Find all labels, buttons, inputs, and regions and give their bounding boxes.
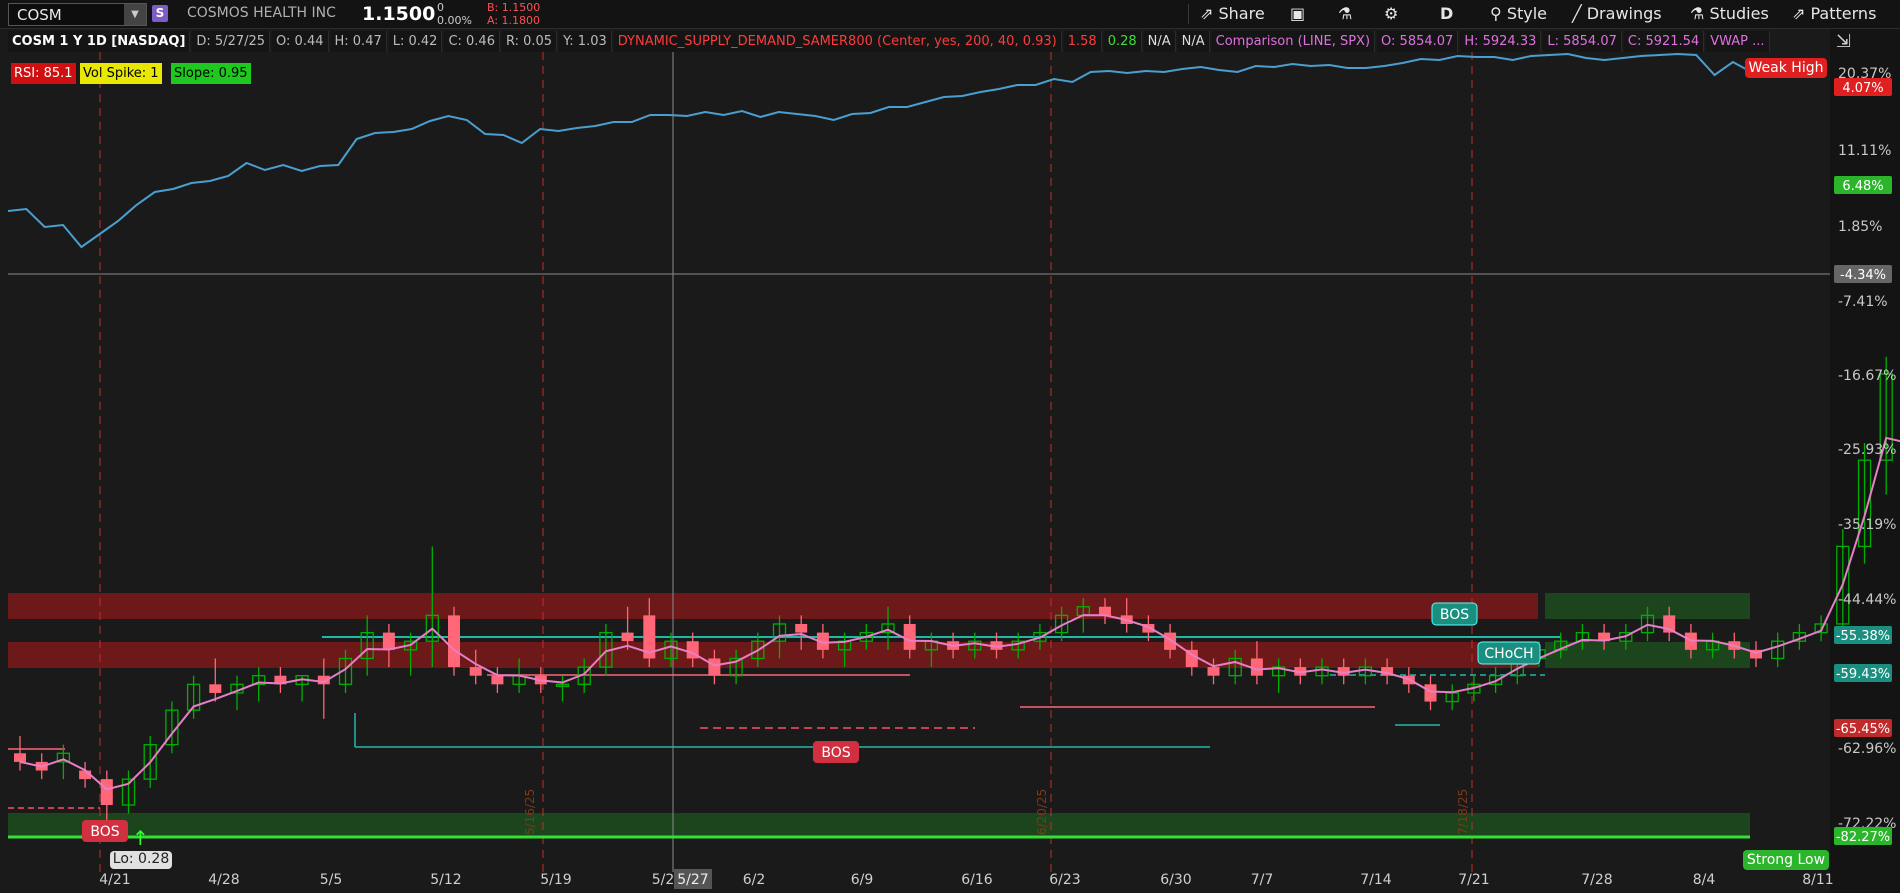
bar-low: L: 0.42 [388, 31, 443, 52]
price-tick-label: 11.11% [1838, 143, 1891, 159]
slope-label: Slope: 0.95 [171, 63, 251, 84]
bar-open: O: 0.44 [272, 31, 329, 52]
date-tick-label: 7/21 [1458, 872, 1489, 888]
bar-date: D: 5/27/25 [192, 31, 271, 52]
crosshair-date-label: 5/27 [677, 872, 708, 888]
collapse-icon[interactable]: ⇲ [1836, 31, 1851, 52]
candle-body [469, 667, 482, 676]
price-badge-label: -65.45% [1836, 722, 1890, 737]
price-badge-label: 4.07% [1842, 81, 1883, 96]
price-tick-label: -7.41% [1838, 294, 1888, 310]
study-na-2: N/A [1177, 31, 1210, 52]
date-tick-label: 8/4 [1693, 872, 1716, 888]
date-tick-label: 7/14 [1360, 872, 1392, 888]
candle-body [708, 658, 721, 676]
chart-title: COSM 1 Y 1D [NASDAQ] [8, 31, 191, 52]
date-tick-label: 6/9 [851, 872, 874, 888]
bos-label: BOS [1440, 607, 1469, 623]
bos-label: BOS [90, 824, 119, 840]
bos-label: BOS [821, 745, 850, 761]
date-tick-label: 4/28 [208, 872, 239, 888]
candle-body [903, 623, 916, 650]
period-label: 7/18/25 [1456, 789, 1470, 835]
candle-body [1207, 667, 1220, 676]
date-tick-label: 4/21 [99, 872, 130, 888]
price-badge-label: -55.38% [1836, 629, 1890, 644]
price-tick-label: -16.67% [1838, 368, 1896, 384]
price-tick-label: -62.96% [1838, 741, 1896, 757]
comparison-high: H: 5924.33 [1460, 31, 1542, 52]
candle-body [14, 753, 26, 762]
candle-body [448, 615, 460, 668]
candle-body [1099, 606, 1111, 616]
price-tick-label: -44.44% [1838, 592, 1896, 608]
price-chart[interactable]: 5/16/25 6/20/25 7/18/25 BOS CHoCH BOS BOS Lo: … [0, 0, 1900, 893]
candle-body [491, 675, 504, 685]
strong-low-label: Strong Low [1747, 852, 1825, 868]
chart-background [0, 29, 1900, 893]
date-tick-label: 6/16 [961, 872, 993, 888]
price-tick-label: -25.93% [1838, 442, 1896, 458]
price-tick-label: 1.85% [1838, 219, 1882, 235]
comparison-close: C: 5921.54 [1623, 31, 1705, 52]
bar-y: Y: 1.03 [559, 31, 612, 52]
demand-zone [1545, 642, 1750, 668]
demand-zone [8, 813, 1750, 837]
supply-zone [8, 642, 1538, 668]
bar-high: H: 0.47 [330, 31, 387, 52]
study-name[interactable]: DYNAMIC_SUPPLY_DEMAND_SAMER800 (Center, … [613, 31, 1062, 52]
vwap-study[interactable]: VWAP ... [1706, 31, 1770, 52]
vol-spike-label: Vol Spike: 1 [80, 63, 162, 84]
comparison-open: O: 5854.07 [1377, 31, 1459, 52]
price-badge-label: 6.48% [1842, 179, 1883, 194]
candle-body [100, 779, 113, 805]
weak-high-label: Weak High [1749, 60, 1824, 76]
comparison-low: L: 5854.07 [1543, 31, 1622, 52]
date-tick-label: 7/28 [1581, 872, 1612, 888]
study-header-bar: COSM 1 Y 1D [NASDAQ] D: 5/27/25 O: 0.44 H: … [8, 31, 1772, 52]
date-tick-label: 6/23 [1049, 872, 1080, 888]
bar-close: C: 0.46 [444, 31, 500, 52]
candle-body [1164, 632, 1177, 650]
bar-range: R: 0.05 [501, 31, 558, 52]
price-badge-label: -59.43% [1836, 667, 1890, 682]
date-tick-label: 8/11 [1802, 872, 1833, 888]
date-tick-label: 5/19 [540, 872, 571, 888]
date-tick-label: 5/5 [320, 872, 343, 888]
choch-label: CHoCH [1484, 646, 1533, 662]
price-badge-label: -4.34% [1840, 268, 1886, 283]
price-tick-label: -35.19% [1838, 517, 1896, 533]
candle-body [621, 632, 634, 642]
date-tick-label: 5/2 [652, 872, 675, 888]
period-label: 6/20/25 [1035, 789, 1049, 835]
price-badge-label: -82.27% [1836, 830, 1890, 845]
up-arrow-icon: ↑ [132, 826, 149, 850]
study-value-1: 1.58 [1063, 31, 1102, 52]
study-na-1: N/A [1143, 31, 1176, 52]
candle-body [209, 684, 222, 693]
candle-body [1424, 684, 1437, 702]
date-tick-label: 6/30 [1160, 872, 1191, 888]
period-label: 5/16/25 [523, 789, 537, 835]
price-axis: 20.37%11.11%1.85%-7.41%-16.67%-25.93%-35… [1834, 66, 1896, 845]
lo-label: Lo: 0.28 [113, 851, 169, 867]
study-value-2: 0.28 [1103, 31, 1142, 52]
date-tick-label: 7/7 [1251, 872, 1274, 888]
rsi-label: RSI: 85.1 [11, 63, 76, 84]
date-tick-label: 6/2 [743, 872, 766, 888]
candle-body [382, 632, 395, 650]
date-tick-label: 5/12 [430, 872, 461, 888]
comparison-study[interactable]: Comparison (LINE, SPX) [1211, 31, 1376, 52]
supply-zone [8, 593, 1538, 619]
candle-body [795, 623, 808, 633]
